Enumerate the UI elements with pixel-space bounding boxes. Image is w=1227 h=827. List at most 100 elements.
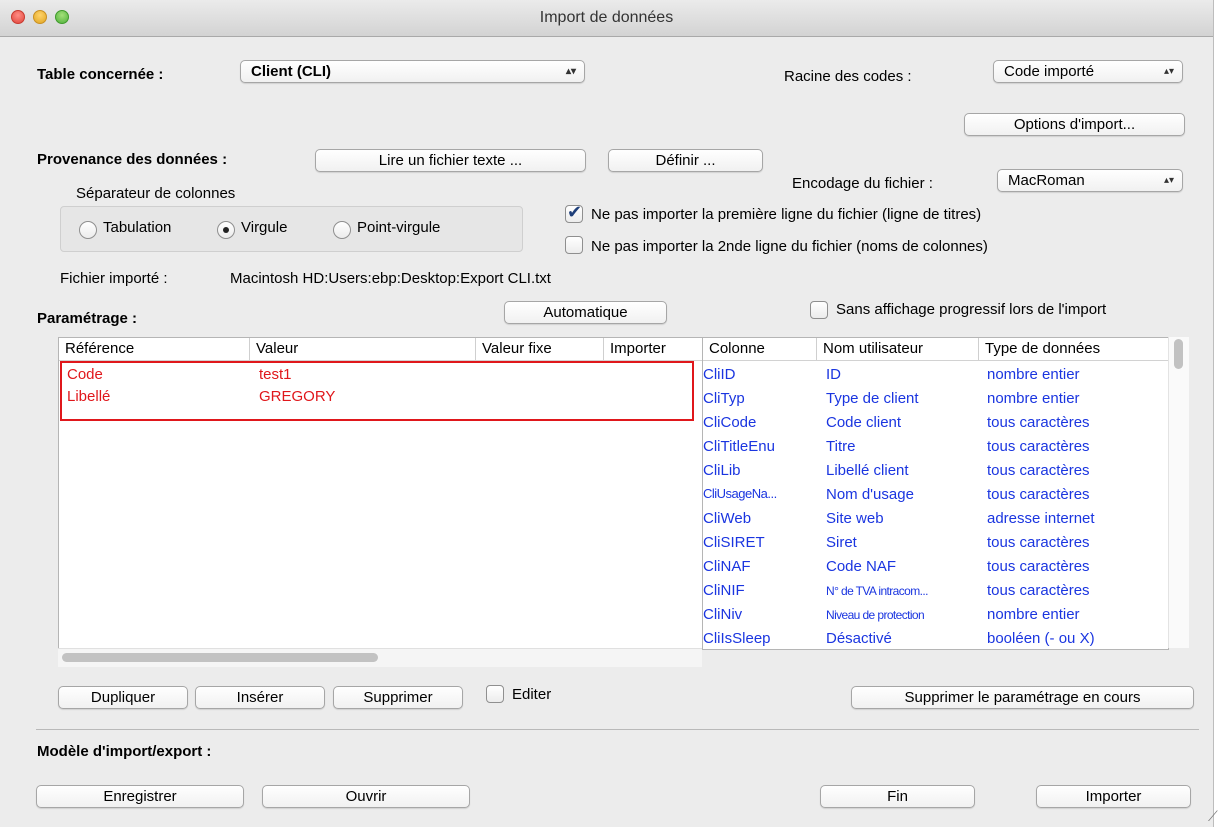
horizontal-scroll-thumb[interactable] [62,653,378,662]
header-type-de-donnees[interactable]: Type de données [979,338,1168,360]
read-text-file-button[interactable]: Lire un fichier texte ... [315,149,586,172]
column-name: CliCode [703,414,757,431]
encoding-select[interactable]: MacRoman ▴▾ [997,169,1183,192]
column-type: nombre entier [987,366,1080,383]
column-user-name: Type de client [826,390,919,407]
vertical-scroll-thumb[interactable] [1174,339,1183,369]
column-user-name: Code NAF [826,558,897,575]
skip-first-line-checkbox[interactable] [565,202,583,223]
radio-point-virgule[interactable] [333,221,351,239]
column-type: tous caractères [987,462,1090,479]
column-type: tous caractères [987,486,1090,503]
column-type: tous caractères [987,582,1090,599]
column-name: CliNiv [703,606,743,623]
column-type: adresse internet [987,510,1095,527]
no-progress-checkbox[interactable] [810,301,828,319]
codes-select-value: Code importé [1004,63,1095,80]
resize-grip-icon[interactable]: ⟋ [1208,808,1218,825]
column-type: tous caractères [987,414,1090,431]
duplicate-button[interactable]: Dupliquer [58,686,188,709]
table-select-value: Client (CLI) [251,63,331,80]
updown-arrows-icon: ▴▾ [565,66,576,77]
column-user-name: Désactivé [826,630,892,647]
column-name: CliUsageNa... [703,486,777,501]
column-user-name: Site web [826,510,884,527]
column-name: CliWeb [703,510,752,527]
column-name: CliLib [703,462,741,479]
horizontal-scrollbar[interactable] [58,648,702,667]
imported-file-label: Fichier importé : [60,270,168,287]
title-bar: Import de données [0,0,1213,37]
column-type: tous caractères [987,534,1090,551]
radio-tabulation-label: Tabulation [103,219,172,236]
header-valeur-fixe[interactable]: Valeur fixe [476,338,604,360]
column-user-name: Nom d'usage [826,486,914,503]
column-name: CliTyp [703,390,745,407]
column-type: nombre entier [987,606,1080,623]
skip-second-line-checkbox[interactable] [565,236,583,254]
separator-label: Séparateur de colonnes [76,185,236,202]
column-type: booléen (- ou X) [987,630,1095,647]
define-button[interactable]: Définir ... [608,149,763,172]
skip-second-line-label: Ne pas importer la 2nde ligne du fichier… [591,238,988,255]
import-button[interactable]: Importer [1036,785,1191,808]
radio-virgule-label: Virgule [241,219,288,236]
column-name: CliTitleEnu [703,438,775,455]
column-type: tous caractères [987,558,1090,575]
column-name: CliSIRET [703,534,765,551]
column-user-name: Niveau de protection [826,608,925,622]
header-colonne[interactable]: Colonne [703,338,817,360]
codes-label: Racine des codes : [784,68,912,85]
column-name: CliID [703,366,736,383]
edit-label: Editer [512,686,552,703]
codes-select[interactable]: Code importé ▴▾ [993,60,1183,83]
automatic-button[interactable]: Automatique [504,301,667,324]
header-valeur[interactable]: Valeur [250,338,476,360]
encoding-select-value: MacRoman [1008,172,1085,189]
edit-checkbox[interactable] [486,685,504,703]
column-name: CliIsSleep [703,630,771,647]
delete-button[interactable]: Supprimer [333,686,463,709]
encoding-label: Encodage du fichier : [792,175,933,192]
highlight-box [60,361,694,421]
column-user-name: Libellé client [826,462,909,479]
column-type: tous caractères [987,438,1090,455]
source-label: Provenance des données : [37,151,228,168]
header-nom-utilisateur[interactable]: Nom utilisateur [817,338,979,360]
column-name: CliNAF [703,558,751,575]
settings-label: Paramétrage : [37,310,138,327]
column-name: CliNIF [703,582,745,599]
open-button[interactable]: Ouvrir [262,785,470,808]
radio-virgule[interactable] [217,221,235,239]
updown-arrows-icon: ▴▾ [1163,66,1174,77]
window-title: Import de données [539,9,674,26]
skip-first-line-label: Ne pas importer la première ligne du fic… [591,206,982,223]
clear-settings-button[interactable]: Supprimer le paramétrage en cours [851,686,1194,709]
column-user-name: Code client [826,414,902,431]
imported-file-path: Macintosh HD:Users:ebp:Desktop:Export CL… [230,270,551,287]
divider [36,729,1199,730]
finish-button[interactable]: Fin [820,785,975,808]
column-user-name: ID [826,366,841,383]
table-label: Table concernée : [37,66,164,83]
import-window: Import de données Table concernée : Clie… [0,0,1214,827]
vertical-scrollbar[interactable] [1168,337,1189,648]
model-label: Modèle d'import/export : [37,743,212,760]
updown-arrows-icon: ▴▾ [1163,175,1174,186]
import-options-button[interactable]: Options d'import... [964,113,1185,136]
header-divider [703,360,1168,361]
column-user-name: Siret [826,534,857,551]
no-progress-label: Sans affichage progressif lors de l'impo… [836,301,1107,318]
column-user-name: Titre [826,438,856,455]
radio-point-virgule-label: Point-virgule [357,219,441,236]
column-type: nombre entier [987,390,1080,407]
insert-button[interactable]: Insérer [195,686,325,709]
header-reference[interactable]: Référence [59,338,250,360]
table-select[interactable]: Client (CLI) ▴▾ [240,60,585,83]
columns-table[interactable]: Colonne Nom utilisateur Type de données … [703,337,1169,650]
radio-tabulation[interactable] [79,221,97,239]
column-user-name: N° de TVA intracom... [826,584,928,598]
save-button[interactable]: Enregistrer [36,785,244,808]
header-importer[interactable]: Importer [604,338,702,360]
separator-group: Tabulation Virgule Point-virgule [60,206,523,252]
